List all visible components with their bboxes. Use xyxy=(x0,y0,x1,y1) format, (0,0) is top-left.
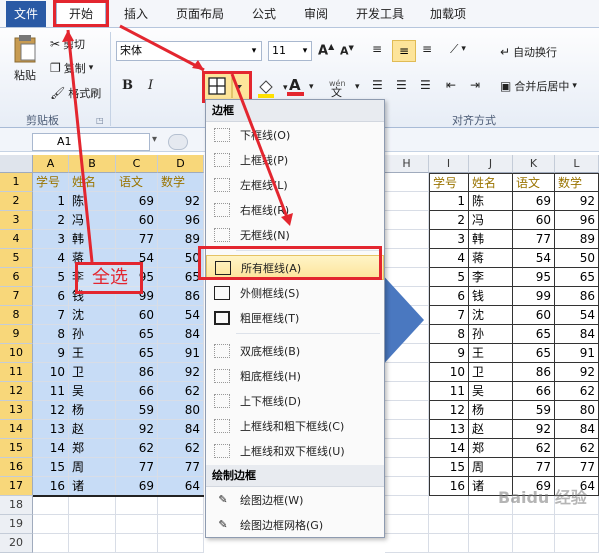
watermark: Baidu 经验 xyxy=(498,488,587,507)
annotation-arrows xyxy=(62,24,293,263)
